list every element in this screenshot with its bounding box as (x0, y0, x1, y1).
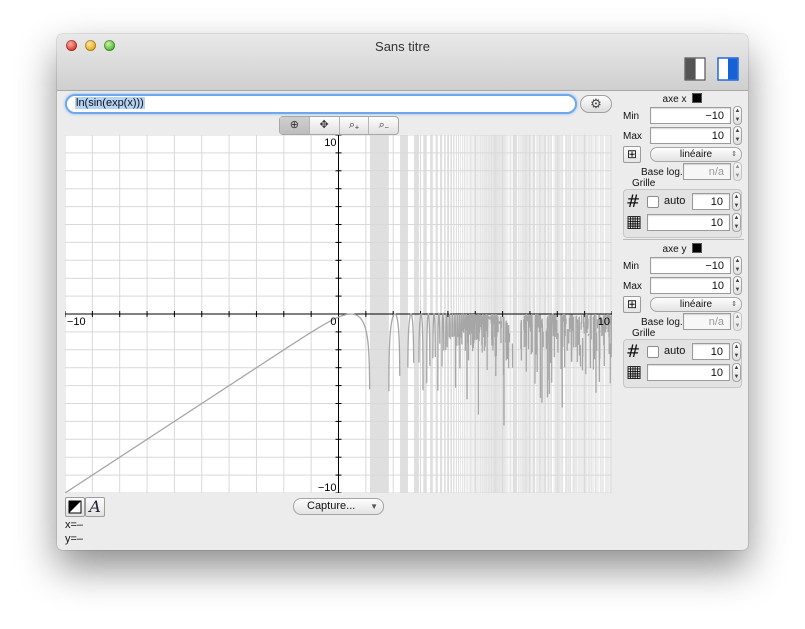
minor-grid-icon: ▦ (626, 212, 643, 232)
axis-y-grid-toggle[interactable]: ⊞ (623, 296, 641, 313)
axis-y-max-label: Max (623, 281, 642, 292)
settings-button[interactable]: ⚙ (580, 95, 612, 113)
axis-x-grid-box: # auto 10 ▲ ▼ ▦ 10 ▲ ▼ (623, 189, 742, 238)
axis-y-major-field[interactable]: 10 (692, 343, 730, 360)
axis-x-max-stepper[interactable]: ▲ ▼ (733, 126, 742, 145)
axis-x-max-label: Max (623, 131, 642, 142)
title-bar: Sans titre (57, 34, 748, 91)
y-max-label: 10 (324, 137, 336, 149)
plot-area[interactable]: −10 10 0 10 −10 (65, 135, 612, 493)
axis-y-minor-stepper[interactable]: ▲ ▼ (732, 363, 741, 382)
axis-x-logbase-stepper[interactable]: ▲ ▼ (733, 162, 742, 181)
axis-y-color-swatch[interactable] (692, 243, 703, 253)
axis-y-min-field[interactable]: −10 (650, 257, 731, 274)
axis-y-grid-label: Grille (632, 328, 656, 339)
axis-x-minor-stepper[interactable]: ▲ ▼ (732, 213, 741, 232)
sidebar-left-toggle[interactable] (684, 57, 706, 81)
color-swatch-icon (68, 500, 82, 514)
axis-y-auto-label: auto (664, 345, 686, 357)
axis-y-max-field[interactable]: 10 (650, 277, 731, 294)
axis-y-title-text: axe y (662, 244, 687, 255)
axis-y-logbase-label: Base log. (641, 317, 683, 328)
axis-x-min-label: Min (623, 111, 640, 122)
gear-icon: ⚙ (590, 96, 602, 111)
axis-x-min-stepper[interactable]: ▲ ▼ (733, 106, 742, 125)
axis-x-color-swatch[interactable] (692, 93, 703, 103)
crosshair-icon[interactable]: ⊕ (280, 117, 310, 134)
sidebar-right-icon (717, 57, 739, 81)
axis-x-logbase-label: Base log. (641, 167, 683, 178)
axis-y-auto-checkbox[interactable] (647, 346, 659, 358)
font-icon: A (89, 497, 101, 516)
axis-x-auto-label: auto (664, 195, 686, 207)
expression-input[interactable]: ln(sin(exp(x))) (65, 94, 577, 114)
major-grid-icon: # (626, 192, 641, 212)
up-down-arrows-icon: ⇕ (731, 301, 737, 308)
axis-x-major-stepper[interactable]: ▲ ▼ (732, 192, 741, 211)
up-down-arrows-icon: ⇕ (731, 151, 737, 158)
plot-canvas[interactable]: −10 10 0 10 −10 (65, 135, 612, 493)
chevron-down-icon: ▼ (370, 502, 378, 511)
axis-y-title: axe y (623, 243, 742, 255)
grid-icon: ⊞ (626, 147, 638, 161)
zoom-in-icon[interactable]: ⌕₊ (340, 117, 370, 134)
axis-y-min-label: Min (623, 261, 640, 272)
axis-x-auto-checkbox[interactable] (647, 196, 659, 208)
zoom-out-icon[interactable]: ⌕₋ (369, 117, 398, 134)
minor-grid-icon: ▦ (626, 362, 643, 382)
origin-label: 0 (330, 316, 336, 328)
capture-label: Capture... (307, 500, 356, 512)
axis-x-minor-field[interactable]: 10 (647, 214, 730, 231)
axis-x-min-field[interactable]: −10 (650, 107, 731, 124)
font-button[interactable]: A (85, 497, 105, 517)
color-button[interactable] (65, 497, 85, 517)
sidebar-left-icon (684, 57, 706, 81)
x-max-label: 10 (598, 316, 610, 328)
x-min-label: −10 (67, 316, 86, 328)
axis-y-grid-box: # auto 10 ▲ ▼ ▦ 10 ▲ ▼ (623, 339, 742, 388)
axis-y-scale-value: linéaire (679, 299, 713, 310)
axis-x-title-text: axe x (662, 94, 687, 105)
axis-x-title: axe x (623, 93, 742, 105)
move-icon[interactable]: ✥ (310, 117, 340, 134)
axis-y-scale-select[interactable]: linéaire ⇕ (650, 297, 742, 312)
axis-x-logbase-field[interactable]: n/a (683, 163, 731, 180)
panel-divider (623, 239, 744, 240)
app-window: Sans titre ln(sin(exp(x))) ⚙ ⊕ ✥ ⌕₊ ⌕₋ −10 1… (57, 34, 748, 550)
window-title: Sans titre (375, 39, 430, 54)
axis-y-logbase-field[interactable]: n/a (683, 313, 731, 330)
axis-x-grid-toggle[interactable]: ⊞ (623, 146, 641, 163)
sidebar-right-toggle[interactable] (717, 57, 739, 81)
axis-x-max-field[interactable]: 10 (650, 127, 731, 144)
axis-y-major-stepper[interactable]: ▲ ▼ (732, 342, 741, 361)
expression-text: ln(sin(exp(x))) (75, 97, 145, 109)
axis-x-scale-select[interactable]: linéaire ⇕ (650, 147, 742, 162)
x-readout: x=– (65, 519, 84, 531)
axis-x-major-field[interactable]: 10 (692, 193, 730, 210)
axis-y-minor-field[interactable]: 10 (647, 364, 730, 381)
axis-y-min-stepper[interactable]: ▲ ▼ (733, 256, 742, 275)
axis-x-grid-label: Grille (632, 178, 656, 189)
y-readout: y=– (65, 533, 84, 545)
capture-dropdown[interactable]: Capture... ▼ (293, 498, 384, 515)
grid-icon: ⊞ (626, 297, 638, 311)
axis-y-max-stepper[interactable]: ▲ ▼ (733, 276, 742, 295)
major-grid-icon: # (626, 342, 641, 362)
axis-x-scale-value: linéaire (679, 149, 713, 160)
tool-selector: ⊕ ✥ ⌕₊ ⌕₋ (279, 116, 399, 135)
y-min-label: −10 (318, 482, 337, 493)
axis-y-logbase-stepper[interactable]: ▲ ▼ (733, 312, 742, 331)
